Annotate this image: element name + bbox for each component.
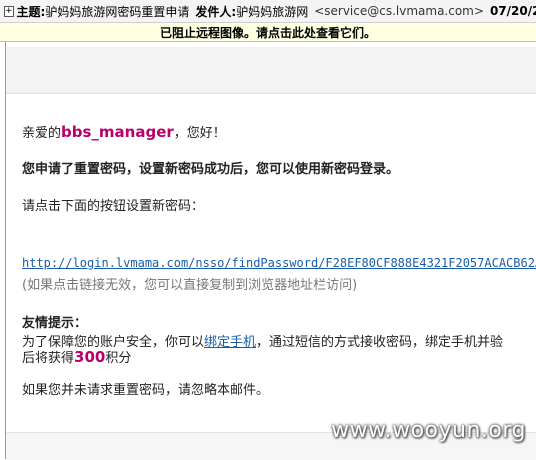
tip-line2-before: 后将获得 [22, 351, 75, 366]
greeting-line: 亲爱的bbs_manager，您好！ [22, 122, 226, 141]
sender-label: 发件人: [195, 4, 237, 19]
greeting-suffix: ，您好！ [173, 126, 226, 141]
blocked-images-text[interactable]: 已阻止远程图像。请点击此处查看它们。 [160, 24, 376, 41]
email-header-bar: + 主题: 驴妈妈旅游网密码重置申请 发件人: 驴妈妈旅游网 <service@… [0, 0, 536, 23]
applied-notice: 您申请了重置密码，设置新密码成功后，您可以使用新密码登录。 [22, 162, 400, 177]
points-value: 300 [74, 348, 106, 366]
tip-line1-after: ，通过短信的方式接收密码，绑定手机并验 [256, 335, 504, 350]
tip-title: 友情提示： [22, 316, 88, 331]
username: bbs_manager [61, 123, 174, 141]
sender-name: 驴妈妈旅游网 [236, 4, 309, 19]
watermark: www.wooyun.org [331, 418, 526, 443]
expand-header-icon[interactable]: + [4, 5, 14, 17]
click-prompt: 请点击下面的按钮设置新密码： [22, 199, 205, 214]
email-date: 07/20/20 [489, 4, 536, 18]
sender-email: <service@cs.lvmama.com> [314, 4, 484, 18]
reset-password-link[interactable]: http://login.lvmama.com/nsso/findPasswor… [22, 256, 536, 270]
greeting-prefix: 亲爱的 [22, 126, 62, 141]
subject-label: 主题: [16, 4, 46, 19]
tip-line2-after: 积分 [105, 351, 132, 366]
ignore-notice: 如果您并未请求重置密码，请忽略本邮件。 [22, 383, 270, 398]
blocked-images-bar[interactable]: 已阻止远程图像。请点击此处查看它们。 [0, 23, 536, 42]
remote-image-placeholder [6, 47, 536, 94]
bind-phone-link[interactable]: 绑定手机 [204, 335, 256, 350]
subject-value: 驴妈妈旅游网密码重置申请 [45, 4, 190, 19]
tip-line-2: 后将获得300积分 [22, 347, 131, 366]
fallback-hint: (如果点击链接无效，您可以直接复制到浏览器地址栏访问) [22, 278, 358, 293]
